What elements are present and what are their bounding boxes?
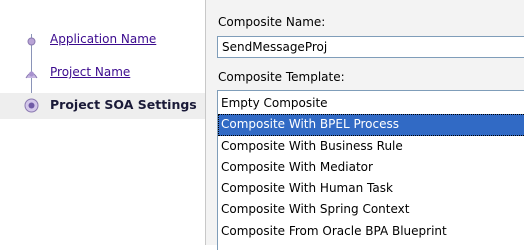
composite-template-label: Composite Template:: [218, 70, 345, 84]
composite-name-label: Composite Name:: [218, 15, 326, 29]
wizard-step-label-current: Project SOA Settings: [50, 97, 197, 112]
wizard-step-application-name[interactable]: Application Name: [0, 30, 205, 54]
wizard-step-label[interactable]: Project Name: [50, 65, 130, 79]
step-current-icon: [24, 98, 39, 113]
composite-template-list[interactable]: Empty Composite Composite With BPEL Proc…: [217, 90, 524, 250]
template-option[interactable]: Composite With Human Task: [218, 178, 524, 199]
template-option[interactable]: Composite With Business Rule: [218, 136, 524, 157]
soa-settings-form: Composite Name: Composite Template: Empt…: [206, 0, 524, 250]
composite-name-input[interactable]: [217, 36, 524, 58]
wizard-step-project-name[interactable]: Project Name: [0, 63, 205, 87]
wizard-step-label[interactable]: Application Name: [50, 32, 156, 46]
step-pending-icon: [27, 37, 36, 46]
template-option[interactable]: Empty Composite: [218, 93, 524, 114]
template-option[interactable]: Composite With Spring Context: [218, 199, 524, 220]
wizard-navigation: Application Name Project Name Project SO…: [0, 0, 205, 245]
template-option[interactable]: Composite With Mediator: [218, 157, 524, 178]
template-option-selected[interactable]: Composite With BPEL Process: [218, 114, 524, 136]
wizard-step-project-soa-settings[interactable]: Project SOA Settings: [0, 93, 205, 119]
step-visited-icon: [25, 71, 38, 79]
template-option[interactable]: Composite From Oracle BPA Blueprint: [218, 221, 524, 242]
